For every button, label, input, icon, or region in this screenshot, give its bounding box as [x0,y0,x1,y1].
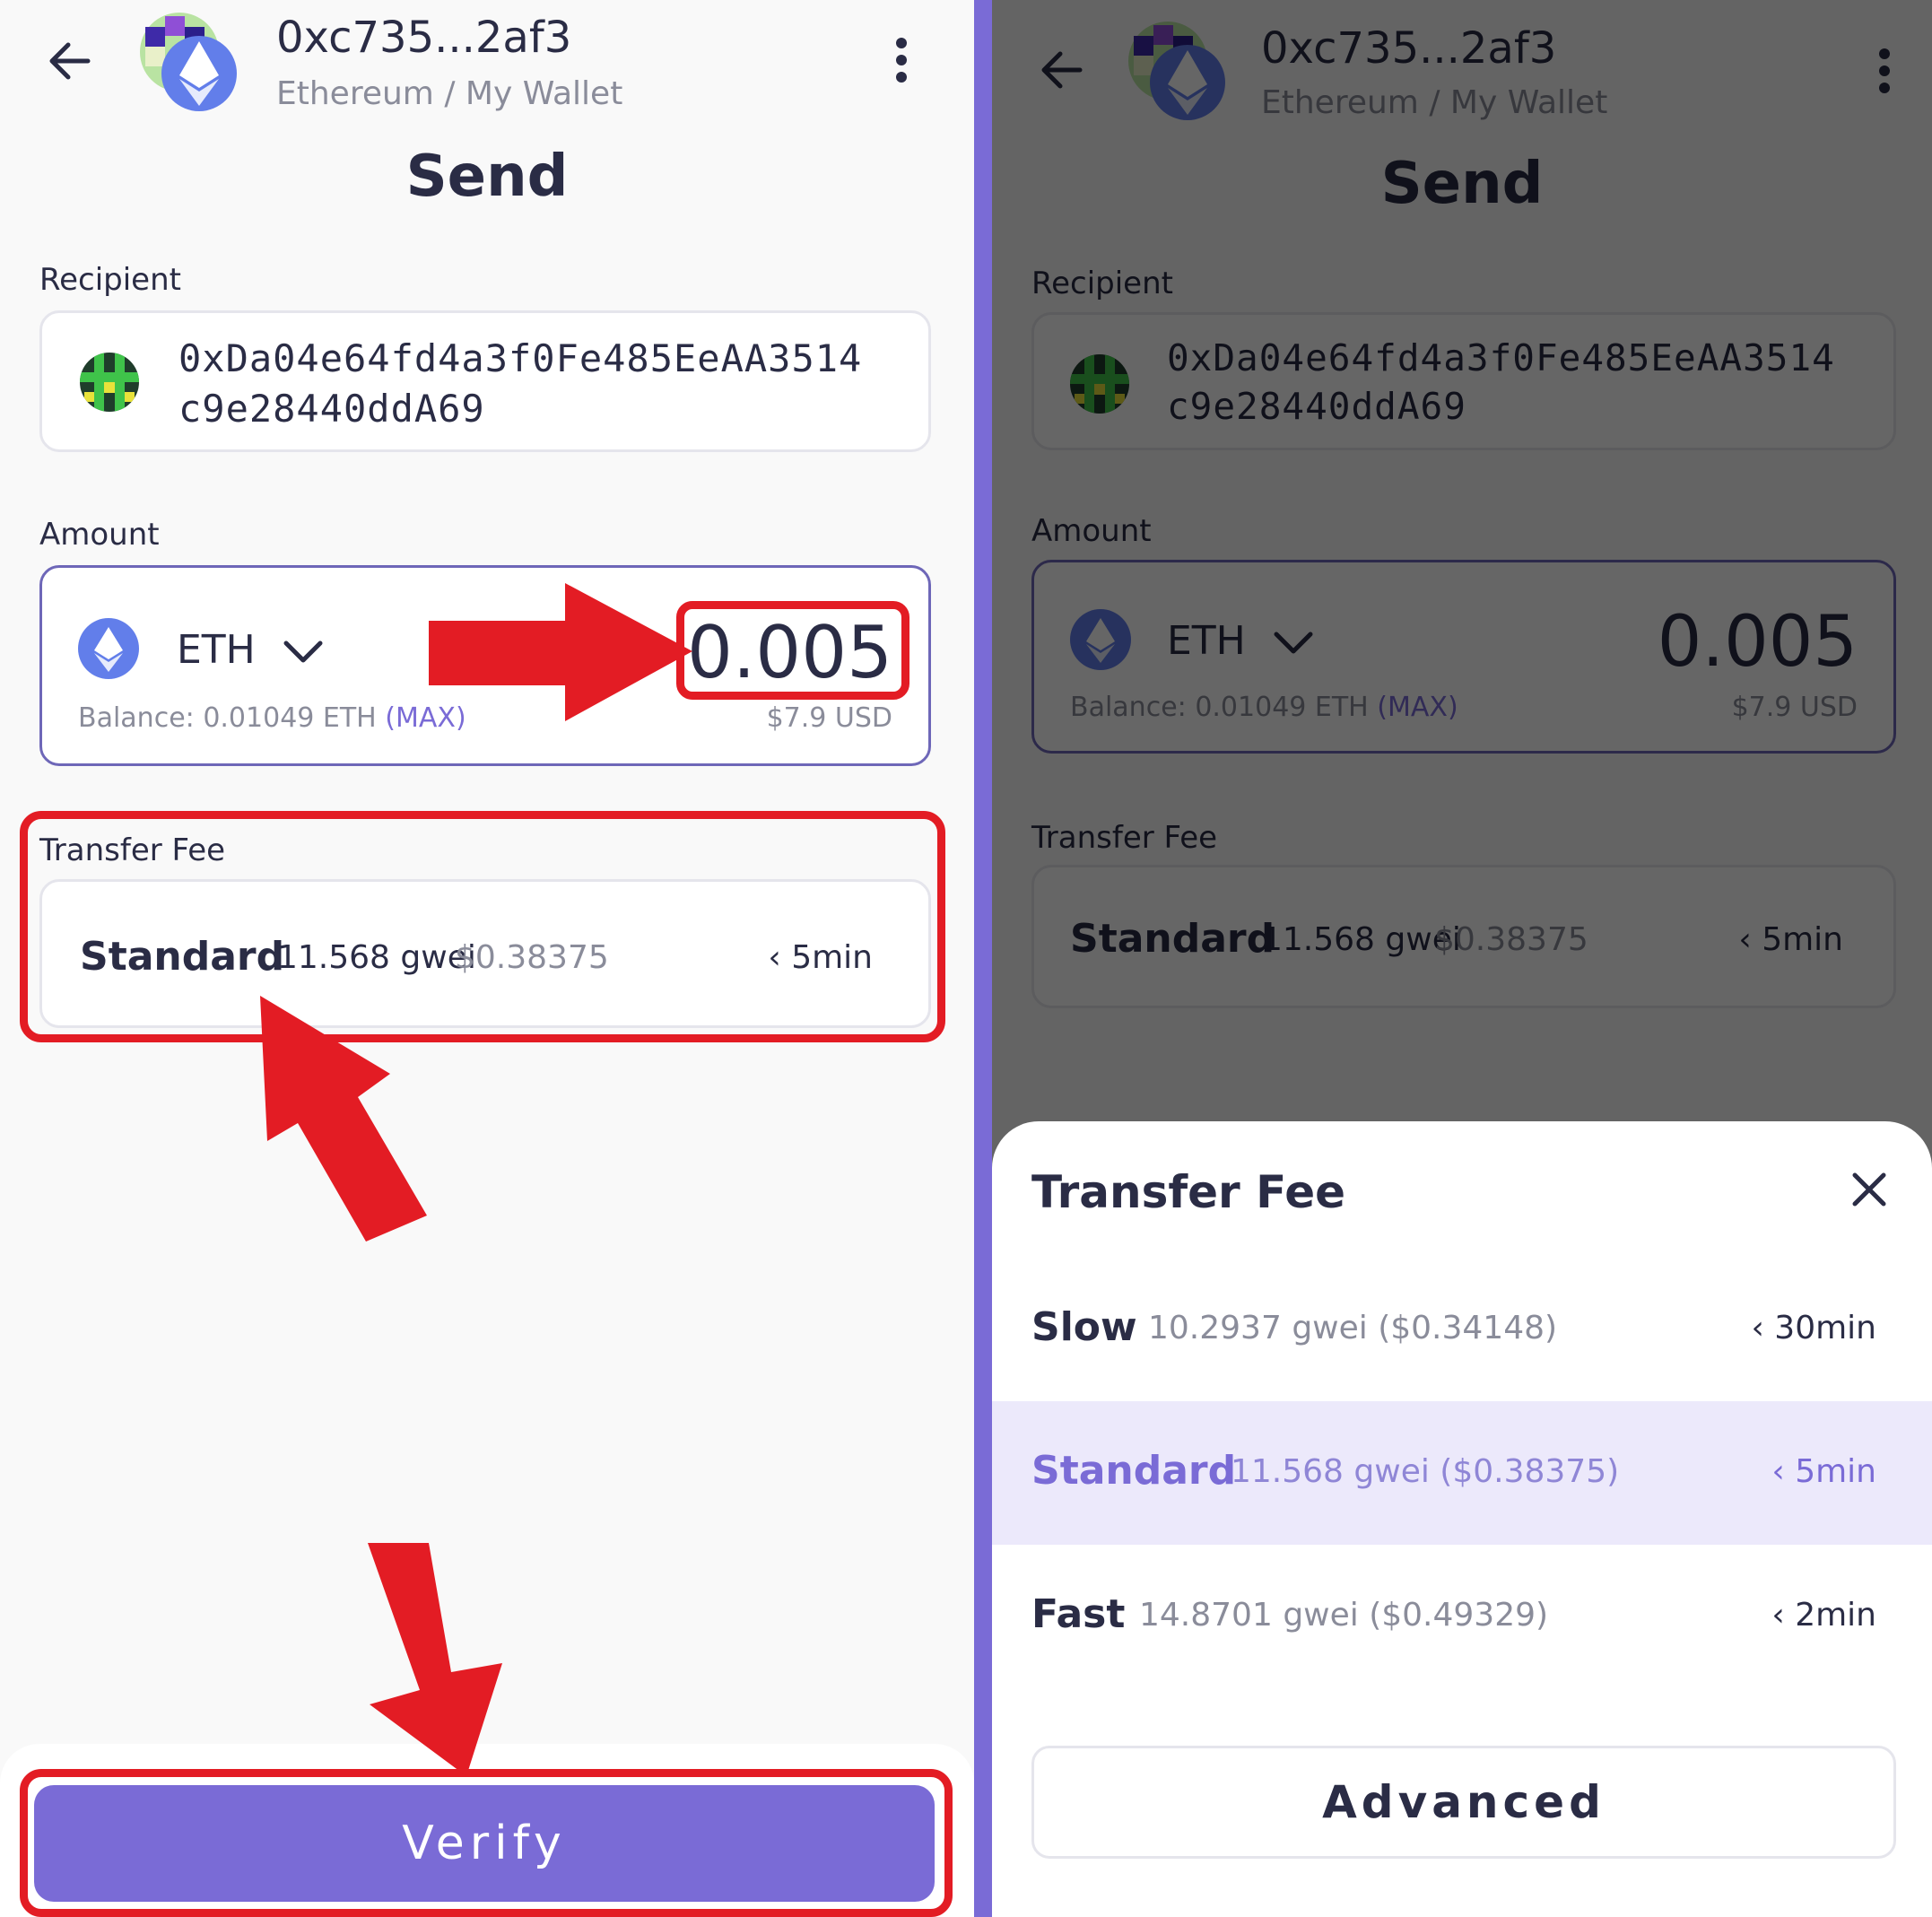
fee-option-name: Fast [1031,1591,1126,1637]
fee-option-name: Slow [1031,1304,1137,1350]
sheet-title: Transfer Fee [1031,1166,1346,1218]
fee-option-time: ‹ 5min [1771,1453,1876,1490]
fee-option-name: Standard [1031,1448,1237,1494]
advanced-button[interactable]: Advanced [1031,1746,1896,1859]
fee-option-slow[interactable]: Slow 10.2937 gwei ($0.34148) ‹ 30min [992,1258,1932,1401]
panel-divider [974,0,992,1917]
annotation-arrow-up [260,996,427,1242]
transfer-fee-sheet: Transfer Fee Slow 10.2937 gwei ($0.34148… [992,1121,1932,1917]
fee-option-detail: 14.8701 gwei ($0.49329) [1139,1597,1549,1634]
annotation-arrow-down [368,1543,502,1776]
fee-option-detail: 11.568 gwei ($0.38375) [1231,1453,1620,1490]
fee-option-fast[interactable]: Fast 14.8701 gwei ($0.49329) ‹ 2min [992,1545,1932,1688]
fee-option-time: ‹ 30min [1751,1310,1876,1346]
send-screen-right: 0xc735...2af3 Ethereum / My Wallet Send … [992,0,1932,1917]
fee-option-detail: 10.2937 gwei ($0.34148) [1148,1310,1558,1346]
fee-option-time: ‹ 2min [1771,1597,1876,1634]
annotation-arrows [260,583,692,1776]
close-icon[interactable] [1851,1172,1887,1211]
annotation-arrow-right [429,583,692,721]
fee-option-standard[interactable]: Standard 11.568 gwei ($0.38375) ‹ 5min [992,1401,1932,1545]
send-screen-left: 0xc735...2af3 Ethereum / My Wallet Send … [0,0,974,1917]
